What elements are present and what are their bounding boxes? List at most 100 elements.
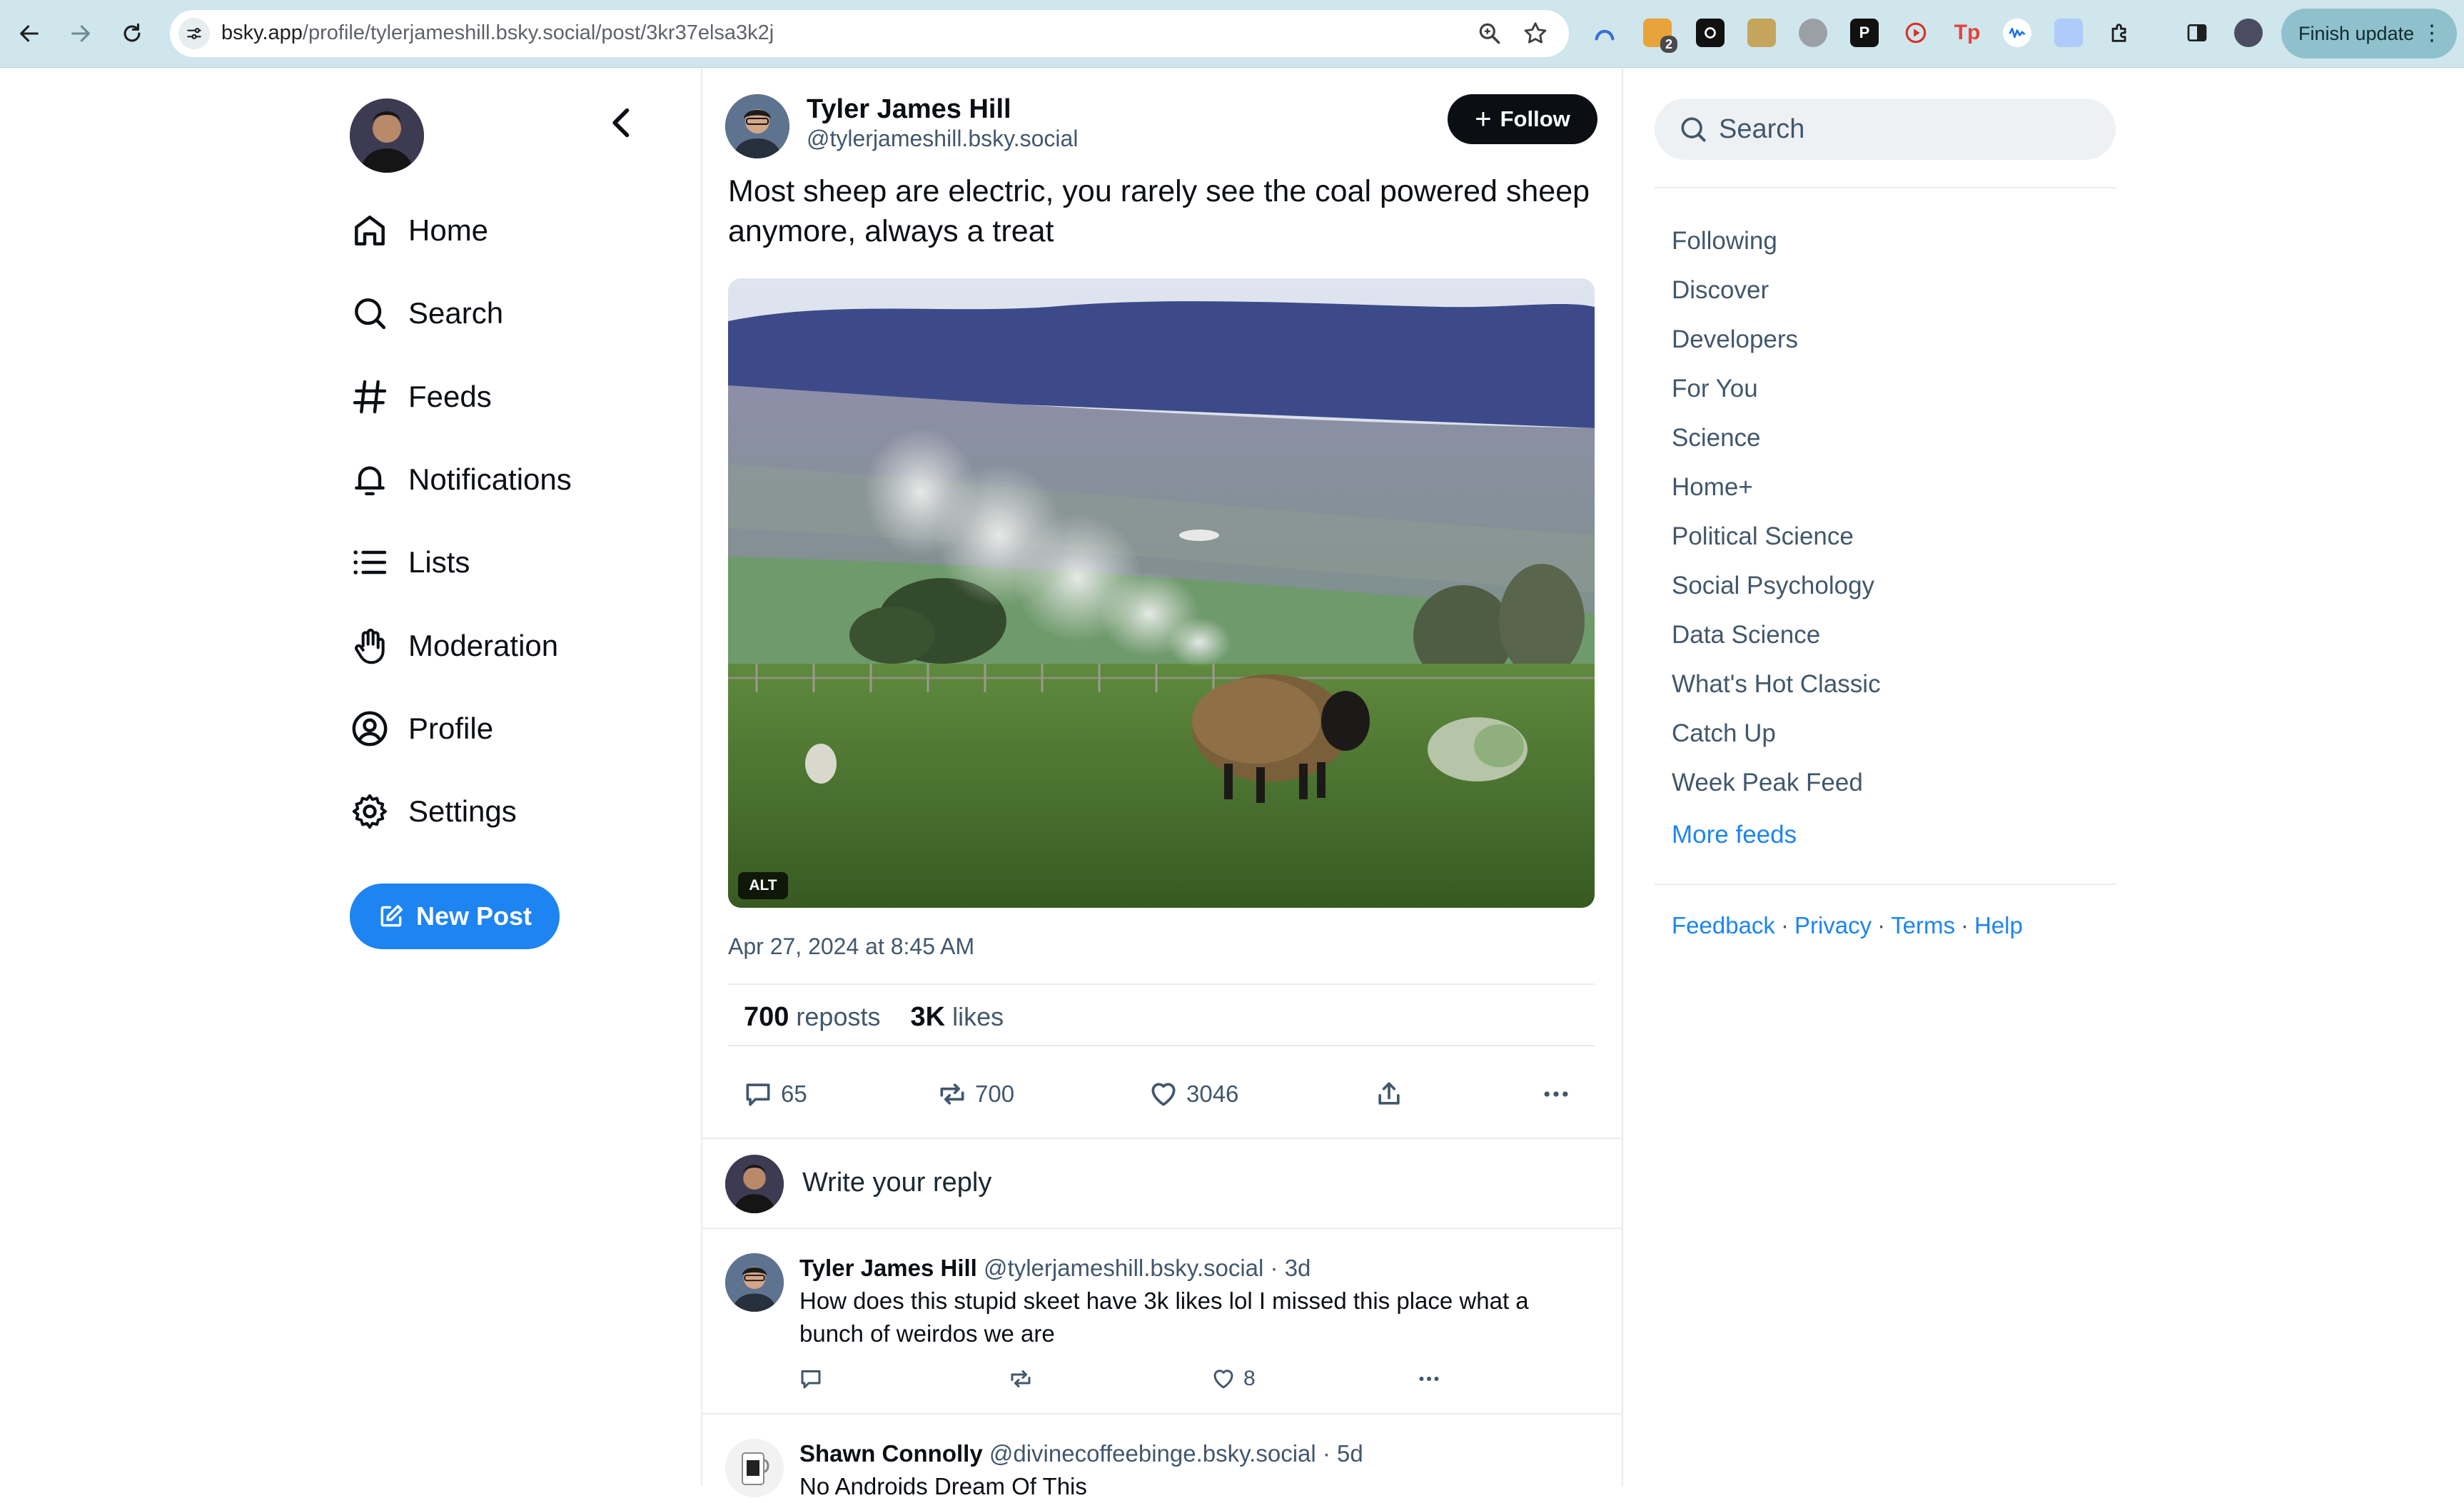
browser-profile-avatar[interactable] — [2234, 19, 2263, 47]
comment-author-name[interactable]: Tyler James Hill — [799, 1255, 977, 1281]
likes-count[interactable]: 3K — [911, 1002, 946, 1032]
back-button[interactable] — [11, 16, 47, 51]
new-post-label: New Post — [415, 901, 532, 931]
feed-link[interactable]: Following — [1672, 227, 1777, 255]
extension-tp-icon[interactable]: Tp — [1953, 19, 1981, 47]
comment-reply-button[interactable] — [798, 1363, 831, 1395]
reposts-count[interactable]: 700 — [744, 1002, 789, 1032]
author-avatar[interactable] — [725, 94, 789, 158]
side-panel-icon[interactable] — [2183, 19, 2211, 47]
bookmark-star-icon[interactable] — [1522, 20, 1549, 47]
comment-more-button[interactable] — [1416, 1363, 1449, 1395]
feed-link[interactable]: Week Peak Feed — [1672, 769, 1863, 797]
footer-link-help[interactable]: Help — [1974, 912, 2023, 938]
avatar — [725, 1155, 784, 1213]
user-circle-icon — [352, 711, 388, 747]
alt-text-badge[interactable]: ALT — [738, 872, 788, 899]
divider — [728, 1045, 1595, 1046]
footer-link-feedback[interactable]: Feedback — [1672, 912, 1775, 938]
forward-button[interactable] — [63, 16, 99, 51]
arrow-left-icon — [20, 25, 39, 42]
search-input[interactable]: Search — [1655, 98, 2116, 160]
feed-link[interactable]: Political Science — [1672, 522, 1854, 551]
feed-link[interactable]: What's Hot Classic — [1672, 670, 1881, 699]
site-info-icon[interactable] — [178, 18, 210, 49]
feed-link[interactable]: Home+ — [1672, 473, 1753, 502]
extension-camera-icon[interactable] — [1696, 19, 1725, 47]
post-image[interactable] — [728, 278, 1595, 908]
feed-link[interactable]: Data Science — [1672, 621, 1820, 649]
sidebar-item-feeds[interactable]: Feeds — [350, 372, 492, 422]
extension-p-icon[interactable]: P — [1850, 19, 1879, 47]
extension-folder-icon[interactable]: 2 — [1643, 19, 1677, 53]
repost-button[interactable]: 700 — [936, 1076, 1014, 1112]
like-button[interactable]: 3046 — [1148, 1076, 1238, 1112]
sidebar-item-notifications[interactable]: Notifications — [350, 455, 572, 505]
feed-link[interactable]: Science — [1672, 424, 1761, 452]
feed-link[interactable]: Catch Up — [1672, 719, 1776, 748]
sidebar-item-lists[interactable]: Lists — [350, 537, 470, 587]
like-count: 3046 — [1186, 1081, 1239, 1107]
sidebar-item-moderation[interactable]: Moderation — [350, 621, 558, 671]
browser-toolbar: bsky.app/profile/tylerjameshill.bsky.soc… — [0, 0, 2464, 68]
author-name[interactable]: Tyler James Hill — [807, 94, 1011, 125]
finish-update-button[interactable]: Finish update ⋮ — [2281, 9, 2457, 59]
extension-arc-icon[interactable] — [1590, 19, 1619, 47]
comment-avatar[interactable] — [725, 1253, 784, 1312]
url-text[interactable]: bsky.app/profile/tylerjameshill.bsky.soc… — [221, 21, 774, 45]
extension-play-icon[interactable] — [1902, 19, 1930, 47]
repost-count: 700 — [975, 1081, 1015, 1107]
sidebar-item-search[interactable]: Search — [350, 288, 503, 338]
reload-button[interactable] — [114, 16, 150, 51]
url-host: bsky.app — [221, 21, 303, 44]
comment-author-name[interactable]: Shawn Connolly — [799, 1440, 983, 1467]
extensions-puzzle-icon[interactable] — [2106, 19, 2134, 47]
repost-icon — [940, 1083, 964, 1105]
post-text: Most sheep are electric, you rarely see … — [728, 174, 1590, 248]
extension-game-icon[interactable] — [1747, 19, 1776, 47]
home-icon — [355, 216, 385, 246]
reposts-label[interactable]: reposts — [796, 1002, 880, 1031]
avatar[interactable] — [350, 98, 424, 173]
feed-link[interactable]: Developers — [1672, 325, 1798, 354]
sidebar-item-profile[interactable]: Profile — [350, 704, 493, 754]
heart-icon — [1213, 1370, 1233, 1389]
compose-icon — [380, 905, 403, 927]
feed-link[interactable]: Social Psychology — [1672, 572, 1874, 600]
more-options-button[interactable] — [1540, 1076, 1579, 1112]
reply-input[interactable]: Write your reply — [802, 1168, 991, 1198]
reply-button[interactable]: 65 — [742, 1076, 807, 1112]
feed-link[interactable]: For You — [1672, 375, 1758, 403]
reply-count: 65 — [781, 1081, 807, 1107]
comment-author-handle[interactable]: @tylerjameshill.bsky.social — [984, 1255, 1263, 1281]
likes-label[interactable]: likes — [952, 1002, 1004, 1031]
divider — [1655, 884, 2116, 885]
sidebar-item-label: Moderation — [408, 629, 559, 662]
feed-link[interactable]: Discover — [1672, 276, 1769, 305]
extension-wave-icon[interactable] — [2003, 19, 2031, 47]
share-button[interactable] — [1373, 1076, 1412, 1112]
comment-author-handle[interactable]: @divinecoffeebinge.bsky.social — [989, 1440, 1316, 1467]
comment-like-button[interactable]: 8 — [1211, 1363, 1256, 1395]
footer-link-privacy[interactable]: Privacy — [1794, 912, 1872, 938]
comment-header: Tyler James Hill @tylerjameshill.bsky.so… — [799, 1255, 1311, 1282]
comment-avatar[interactable] — [725, 1439, 784, 1497]
more-feeds-link[interactable]: More feeds — [1672, 821, 1797, 849]
more-vert-icon: ⋮ — [2421, 21, 2443, 45]
extension-doc-icon[interactable] — [2054, 19, 2083, 47]
address-bar[interactable]: bsky.app/profile/tylerjameshill.bsky.soc… — [170, 10, 1569, 57]
sidebar-item-settings[interactable]: Settings — [350, 786, 517, 836]
divider — [1655, 187, 2116, 188]
share-icon — [1378, 1082, 1400, 1105]
sidebar-item-home[interactable]: Home — [350, 206, 488, 255]
follow-button[interactable]: + Follow — [1448, 94, 1597, 144]
comment-repost-button[interactable] — [1008, 1363, 1041, 1395]
separator: · — [1877, 912, 1886, 938]
separator: · — [1780, 912, 1789, 938]
author-handle[interactable]: @tylerjameshill.bsky.social — [807, 126, 1078, 152]
zoom-icon[interactable] — [1476, 20, 1503, 47]
extension-clock-icon[interactable] — [1799, 19, 1827, 47]
collapse-sidebar-chevron-icon[interactable] — [604, 104, 641, 141]
new-post-button[interactable]: New Post — [350, 884, 560, 949]
footer-link-terms[interactable]: Terms — [1891, 912, 1955, 938]
